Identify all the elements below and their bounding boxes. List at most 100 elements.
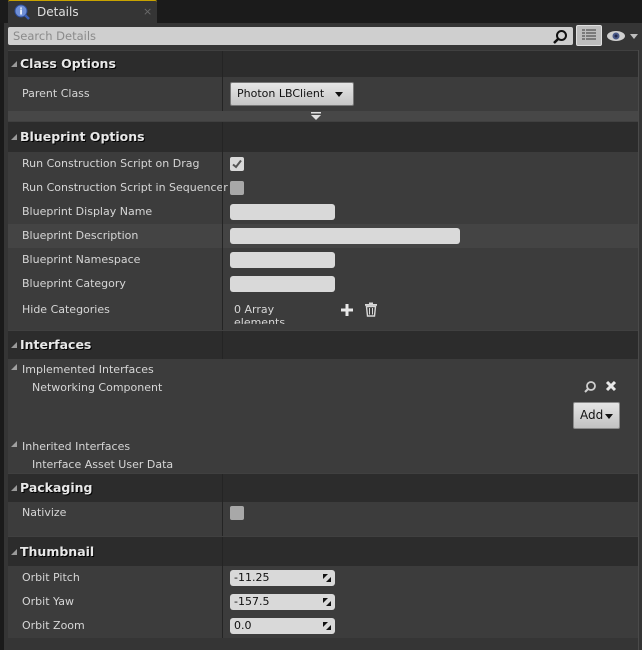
drag-spin-icon[interactable]	[323, 574, 331, 582]
column-divider	[222, 296, 223, 324]
property-row-display-name: Blueprint Display Name	[8, 200, 638, 224]
browse-icon[interactable]	[583, 380, 597, 394]
orbit-zoom-input[interactable]: 0.0	[230, 618, 335, 634]
category-blueprint-options[interactable]: Blueprint Options	[8, 121, 638, 152]
orbit-yaw-label: Orbit Yaw	[22, 595, 74, 608]
category-title: Thumbnail	[20, 544, 95, 559]
property-row-orbit-yaw: Orbit Yaw -157.5	[8, 590, 638, 614]
advanced-expander[interactable]	[8, 111, 638, 121]
orbit-yaw-value: -157.5	[234, 595, 270, 608]
namespace-input[interactable]	[230, 252, 335, 268]
svg-text:i: i	[19, 8, 22, 18]
nativize-checkbox[interactable]	[230, 506, 244, 520]
scrollbar[interactable]	[638, 50, 639, 650]
column-divider[interactable]	[222, 474, 223, 502]
property-row-run-in-sequencer: Run Construction Script in Sequencer	[8, 176, 638, 200]
description-input[interactable]	[230, 228, 460, 244]
search-input[interactable]	[8, 27, 573, 45]
run-in-sequencer-checkbox[interactable]	[230, 181, 244, 195]
column-divider[interactable]	[222, 537, 223, 566]
expand-triangle-icon[interactable]	[11, 364, 17, 370]
details-panel: Class Options Parent Class Photon LBClie…	[4, 23, 642, 650]
tab-bar: i Details ×	[0, 0, 642, 23]
column-divider	[222, 614, 223, 638]
tab-details[interactable]: i Details ×	[8, 0, 157, 23]
column-divider[interactable]	[222, 331, 223, 359]
expand-triangle-icon	[11, 61, 17, 67]
add-label: Add	[580, 408, 604, 422]
details-info-icon: i	[14, 4, 30, 20]
remove-icon[interactable]	[605, 380, 617, 392]
namespace-label: Blueprint Namespace	[22, 253, 141, 266]
add-interface-button[interactable]: Add	[573, 402, 620, 429]
property-row-hide-categories: Hide Categories 0 Array elements	[8, 296, 638, 329]
property-matrix-button[interactable]	[576, 25, 602, 46]
run-on-drag-label: Run Construction Script on Drag	[22, 157, 200, 170]
parent-class-label: Parent Class	[22, 87, 90, 100]
expand-triangle-icon	[11, 485, 17, 491]
interface-item: Interface Asset User Data	[32, 458, 174, 471]
column-divider[interactable]	[222, 122, 223, 152]
property-row-nativize: Nativize	[8, 502, 638, 536]
search-bar[interactable]	[8, 27, 573, 45]
column-divider	[222, 502, 223, 536]
interface-item: Networking Component	[32, 381, 163, 394]
property-row-orbit-pitch: Orbit Pitch -11.25	[8, 566, 638, 590]
interfaces-section: Implemented Interfaces Networking Compon…	[8, 359, 638, 473]
orbit-pitch-input[interactable]: -11.25	[230, 570, 335, 586]
expand-triangle-icon	[11, 134, 17, 140]
property-row-parent-class: Parent Class Photon LBClient	[8, 77, 638, 111]
orbit-zoom-value: 0.0	[234, 619, 252, 632]
details-list: Class Options Parent Class Photon LBClie…	[8, 50, 638, 638]
column-divider	[222, 590, 223, 614]
category-title: Blueprint Options	[20, 129, 145, 144]
run-in-sequencer-label: Run Construction Script in Sequencer	[22, 181, 228, 194]
close-icon[interactable]: ×	[143, 5, 152, 18]
column-divider	[222, 200, 223, 224]
expand-triangle-icon	[11, 342, 17, 348]
description-label: Blueprint Description	[22, 229, 139, 242]
property-row-orbit-zoom: Orbit Zoom 0.0	[8, 614, 638, 638]
chevron-down-icon	[335, 92, 343, 97]
tab-label: Details	[37, 5, 79, 19]
property-row-run-on-drag: Run Construction Script on Drag	[8, 152, 638, 176]
category-label: Blueprint Category	[22, 277, 126, 290]
expand-triangle-icon	[11, 549, 17, 555]
orbit-yaw-input[interactable]: -157.5	[230, 594, 335, 610]
run-on-drag-checkbox[interactable]	[230, 157, 244, 171]
hide-categories-label: Hide Categories	[22, 303, 110, 316]
search-icon[interactable]	[552, 29, 568, 45]
column-divider	[222, 272, 223, 296]
property-matrix-icon	[582, 29, 596, 40]
category-packaging[interactable]: Packaging	[8, 473, 638, 502]
column-divider	[222, 77, 223, 111]
drag-spin-icon[interactable]	[323, 622, 331, 630]
implemented-interfaces-label: Implemented Interfaces	[22, 363, 154, 376]
nativize-label: Nativize	[22, 506, 67, 519]
column-divider	[222, 248, 223, 272]
category-class-options[interactable]: Class Options	[8, 50, 638, 77]
column-divider[interactable]	[222, 51, 223, 77]
category-thumbnail[interactable]: Thumbnail	[8, 536, 638, 566]
drag-spin-icon[interactable]	[323, 598, 331, 606]
category-input[interactable]	[230, 276, 335, 292]
visibility-options-button[interactable]	[606, 28, 640, 44]
parent-class-dropdown[interactable]: Photon LBClient	[230, 82, 354, 106]
inherited-interfaces-label: Inherited Interfaces	[22, 440, 131, 453]
display-name-input[interactable]	[230, 204, 335, 220]
orbit-zoom-label: Orbit Zoom	[22, 619, 85, 632]
category-title: Class Options	[20, 56, 116, 71]
column-divider	[222, 566, 223, 590]
property-row-description: Blueprint Description	[8, 224, 638, 248]
column-divider	[222, 152, 223, 176]
trash-icon[interactable]	[364, 302, 378, 317]
category-title: Interfaces	[20, 337, 92, 352]
orbit-pitch-label: Orbit Pitch	[22, 571, 80, 584]
add-element-icon[interactable]	[340, 303, 354, 317]
show-advanced-icon	[311, 112, 321, 120]
property-row-namespace: Blueprint Namespace	[8, 248, 638, 272]
category-title: Packaging	[20, 480, 93, 495]
category-interfaces[interactable]: Interfaces	[8, 330, 638, 359]
property-row-category: Blueprint Category	[8, 272, 638, 296]
expand-triangle-icon[interactable]	[11, 441, 17, 447]
